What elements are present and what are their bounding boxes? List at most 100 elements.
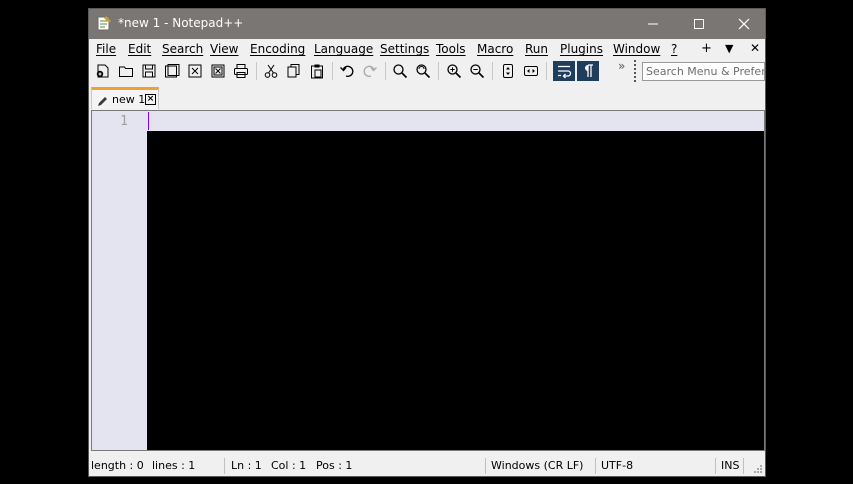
maximize-icon (694, 19, 704, 29)
window-title: *new 1 - Notepad++ (118, 16, 244, 30)
menu-bar: File Edit Search View Encoding Language … (89, 39, 765, 59)
menu-help[interactable]: ? (671, 42, 677, 56)
paste-button[interactable] (307, 61, 327, 81)
status-insert-mode[interactable]: INS (721, 459, 739, 472)
status-length: length : 0 (91, 459, 144, 472)
copy-icon (287, 64, 300, 78)
save-icon (142, 64, 156, 78)
find-button[interactable] (390, 61, 410, 81)
toolbar-separator (385, 62, 386, 80)
status-separator (595, 458, 596, 474)
status-col: Col : 1 (271, 459, 307, 472)
redo-icon (363, 65, 377, 77)
menu-macro[interactable]: Macro (477, 42, 513, 56)
zoom-in-icon (447, 64, 462, 79)
sync-vertical-icon (503, 64, 513, 78)
close-window-button[interactable] (721, 9, 767, 39)
line-number: 1 (120, 114, 128, 129)
status-eol[interactable]: Windows (CR LF) (491, 459, 583, 472)
save-all-button[interactable] (162, 61, 182, 81)
toolbar-separator (332, 62, 333, 80)
notepadpp-window: *new 1 - Notepad++ File Edit Search View… (88, 8, 766, 477)
resize-grip-icon[interactable] (753, 464, 763, 474)
menu-view[interactable]: View (210, 42, 238, 56)
menu-search[interactable]: Search (162, 42, 203, 56)
toolbar-separator (492, 62, 493, 80)
replace-button[interactable] (413, 61, 433, 81)
copy-button[interactable] (284, 61, 304, 81)
cut-button[interactable] (261, 61, 281, 81)
current-line-highlight (147, 111, 764, 131)
status-pos: Pos : 1 (316, 459, 353, 472)
new-tab-plus-button[interactable]: + (701, 41, 712, 56)
printer-icon (234, 64, 248, 78)
menu-plugins[interactable]: Plugins (560, 42, 603, 56)
new-file-button[interactable] (93, 61, 113, 81)
menu-settings[interactable]: Settings (380, 42, 429, 56)
status-separator (715, 458, 716, 474)
menu-encoding[interactable]: Encoding (250, 42, 305, 56)
menu-file[interactable]: File (96, 42, 116, 56)
print-button[interactable] (231, 61, 251, 81)
undo-icon (340, 65, 354, 77)
minimize-icon (648, 23, 658, 25)
menu-window[interactable]: Window (613, 42, 660, 56)
save-button[interactable] (139, 61, 159, 81)
editor-text-area[interactable]: 1 (91, 110, 765, 451)
toolbar: » Search Menu & Preferences (89, 59, 765, 83)
status-separator (224, 458, 225, 474)
pilcrow-icon (585, 64, 593, 77)
minimize-button[interactable] (630, 9, 676, 39)
tab-label: new 1 (112, 93, 146, 106)
open-file-button[interactable] (116, 61, 136, 81)
tab-new-1[interactable]: new 1 × (91, 87, 159, 109)
zoom-out-button[interactable] (467, 61, 487, 81)
toolbar-separator (256, 62, 257, 80)
save-all-icon (165, 64, 180, 78)
status-lines: lines : 1 (152, 459, 196, 472)
clipboard-icon (311, 64, 323, 79)
search-icon (393, 64, 408, 79)
status-encoding[interactable]: UTF-8 (601, 459, 633, 472)
toolbar-separator (546, 62, 547, 80)
show-all-characters-toggle[interactable] (577, 61, 599, 81)
toolbar-overflow-chevron[interactable]: » (618, 59, 625, 73)
sync-horizontal-icon (524, 66, 538, 76)
close-file-icon (188, 64, 202, 78)
toolbar-gripper[interactable] (634, 60, 636, 82)
menu-tools[interactable]: Tools (436, 42, 466, 56)
close-all-icon (211, 64, 225, 78)
status-separator (743, 458, 744, 474)
search-menu-input[interactable]: Search Menu & Preferences (642, 62, 765, 81)
close-all-button[interactable] (208, 61, 228, 81)
tab-bar: new 1 × (89, 83, 765, 110)
close-tab-button[interactable]: ✕ (750, 41, 760, 55)
word-wrap-icon (558, 65, 572, 79)
status-bar: length : 0 lines : 1 Ln : 1 Col : 1 Pos … (89, 456, 765, 476)
line-number-gutter: 1 (92, 111, 147, 450)
tab-list-dropdown-button[interactable]: ▼ (725, 42, 733, 55)
status-separator (485, 458, 486, 474)
folder-open-icon (119, 66, 133, 77)
maximize-button[interactable] (676, 9, 722, 39)
scissors-icon (264, 64, 278, 78)
menu-run[interactable]: Run (525, 42, 548, 56)
title-bar[interactable]: *new 1 - Notepad++ (89, 9, 765, 39)
zoom-in-button[interactable] (444, 61, 464, 81)
new-file-icon (96, 64, 109, 78)
notepadpp-app-icon (96, 15, 112, 31)
redo-button[interactable] (360, 61, 380, 81)
sync-horizontal-scroll-button[interactable] (521, 61, 541, 81)
sync-vertical-scroll-button[interactable] (498, 61, 518, 81)
zoom-out-icon (470, 64, 485, 79)
close-icon (738, 18, 750, 30)
word-wrap-toggle[interactable] (553, 61, 575, 81)
status-ln: Ln : 1 (231, 459, 262, 472)
menu-edit[interactable]: Edit (128, 42, 151, 56)
undo-button[interactable] (337, 61, 357, 81)
replace-icon (416, 64, 431, 79)
toolbar-separator (438, 62, 439, 80)
menu-language[interactable]: Language (314, 42, 373, 56)
close-file-button[interactable] (185, 61, 205, 81)
tab-close-icon[interactable]: × (145, 94, 156, 105)
